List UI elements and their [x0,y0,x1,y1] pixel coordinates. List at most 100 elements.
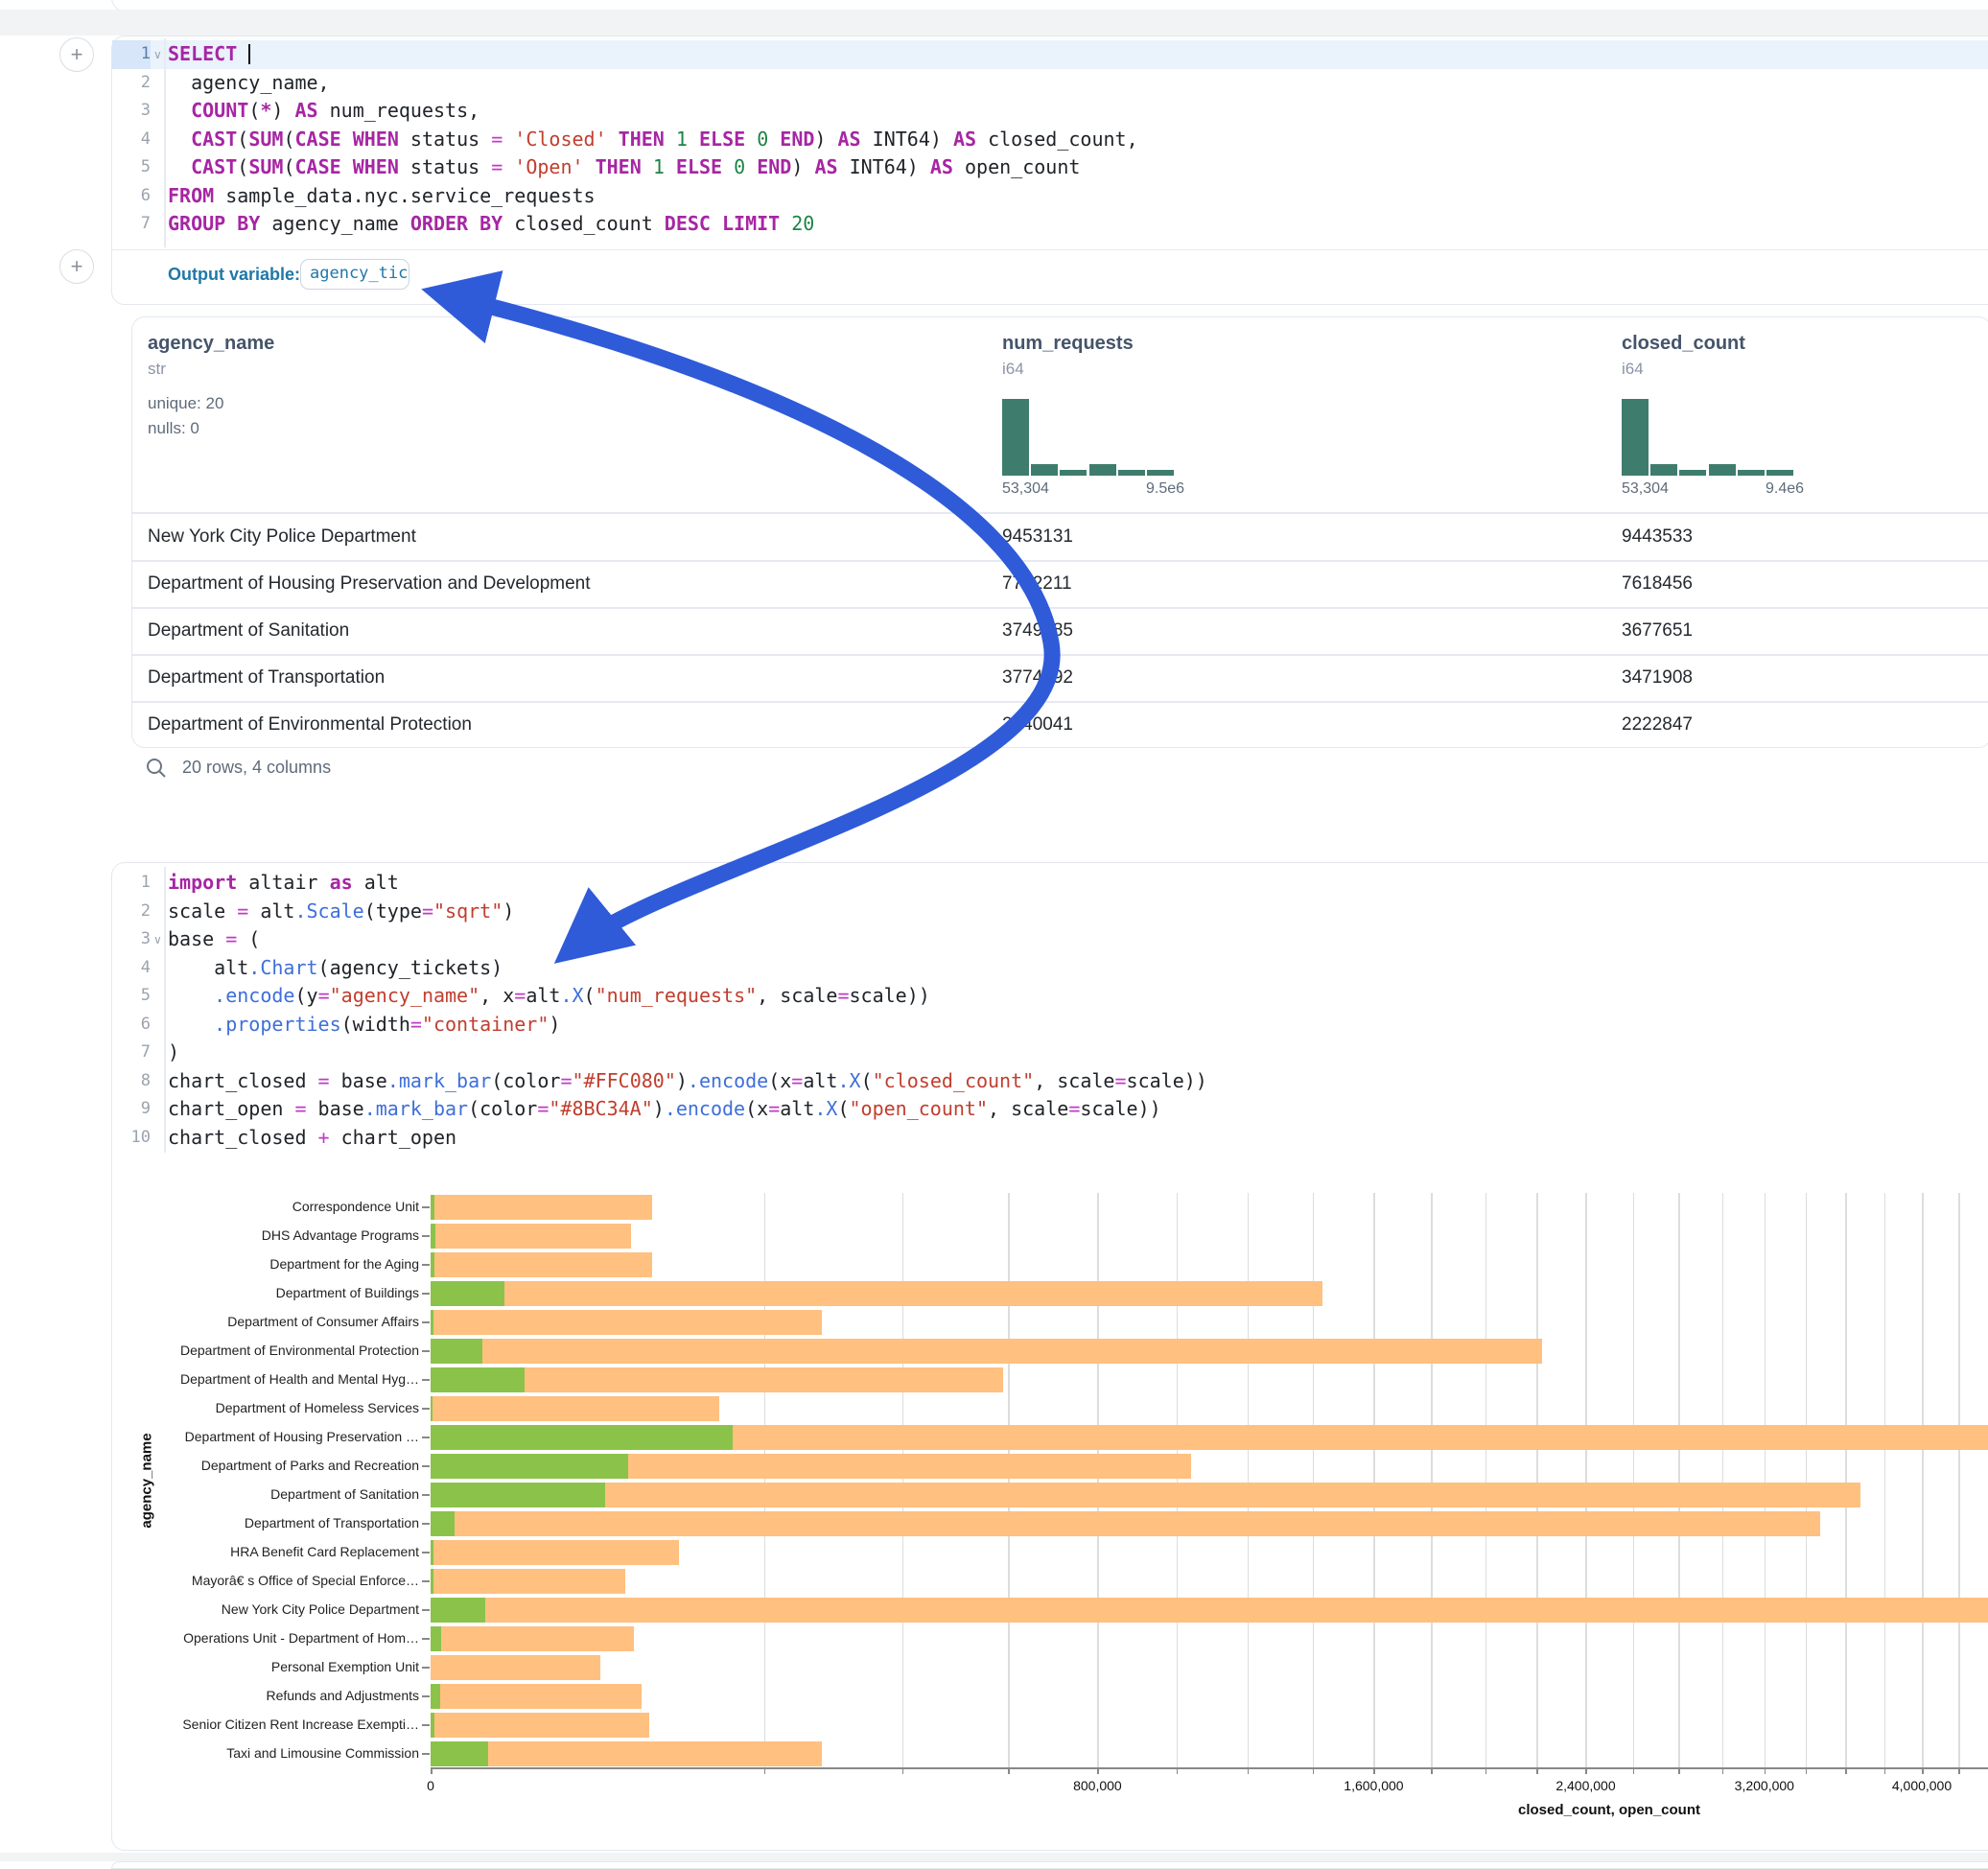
bar-open-count [431,1396,433,1421]
gridline [1958,1193,1960,1767]
bar-closed-count [431,1224,631,1249]
text-caret [248,44,250,64]
code-line[interactable]: 1∨SELECT [112,40,1988,69]
column-stat: unique: 20 [148,394,223,413]
histogram-bar [1060,470,1087,476]
cell-value: 3749485 [1002,607,1073,654]
x-axis-label: 3,200,000 [1735,1778,1794,1793]
gridline [1765,1193,1766,1767]
y-axis-label: Operations Unit - Department of Hom… [151,1630,419,1646]
bar-open-count [431,1454,628,1479]
table-row: Department of Sanitation37494853677651 [132,607,1988,654]
bar-closed-count [431,1741,822,1766]
y-axis-tick [422,1638,430,1640]
bar-closed-count [431,1569,625,1594]
x-axis-label: 2,400,000 [1555,1778,1615,1793]
histogram-min-label: 53,304 [1622,480,1669,498]
sql-cell-footer: Output variable: agency_tickets [112,249,1988,304]
bar-open-count [431,1252,434,1277]
gridline [1678,1193,1680,1767]
gridline [1633,1193,1635,1767]
histogram-bar [1622,399,1649,476]
search-icon[interactable] [144,756,169,781]
bar-closed-count [431,1684,642,1709]
bar-open-count [431,1540,433,1565]
histogram-bar [1766,470,1793,476]
y-axis-tick [422,1609,430,1611]
column-header-closed_count: closed_count [1622,333,1745,355]
y-axis-tick [422,1235,430,1237]
gridline [1373,1193,1375,1767]
column-header-num_requests: num_requests [1002,333,1134,355]
table-row: New York City Police Department945313194… [132,513,1988,560]
column-histogram [1002,399,1176,476]
y-axis-tick [422,1753,430,1755]
line-number: 1 [112,40,151,69]
code-line[interactable]: 5 CAST(SUM(CASE WHEN status = 'Open' THE… [112,153,1988,182]
bar-open-count [431,1483,605,1507]
y-axis-label: Personal Exemption Unit [151,1659,419,1674]
bar-open-count [431,1713,434,1738]
table-row: Department of Housing Preservation and D… [132,560,1988,607]
y-axis-tick [422,1379,430,1381]
code-line[interactable]: 7GROUP BY agency_name ORDER BY closed_co… [112,210,1988,239]
column-type: str [148,360,166,379]
bar-closed-count [431,1483,1860,1507]
gridline [1313,1193,1315,1767]
x-axis-line [431,1767,1988,1769]
histogram-min-label: 53,304 [1002,480,1049,498]
y-axis-label: Senior Citizen Rent Increase Exempti… [151,1717,419,1732]
y-axis-label: Department of Consumer Affairs [151,1314,419,1329]
bar-closed-count [431,1339,1542,1364]
y-axis-tick [422,1264,430,1266]
cell-agency-name: Department of Housing Preservation and D… [148,560,591,607]
bar-open-count [431,1367,525,1392]
cell-value: 3471908 [1622,654,1693,701]
output-variable-pill[interactable]: agency_tickets [300,259,409,290]
bar-open-count [431,1626,441,1651]
y-axis-tick [422,1293,430,1295]
y-axis-label: Department of Environmental Protection [151,1343,419,1358]
column-header-agency_name: agency_name [148,333,274,355]
code-line[interactable]: 4 CAST(SUM(CASE WHEN status = 'Closed' T… [112,126,1988,154]
y-axis-tick [422,1667,430,1669]
gridline [1585,1193,1587,1767]
bar-open-count [431,1598,485,1623]
add-block-button-top[interactable]: + [59,37,94,72]
bar-closed-count [431,1195,652,1220]
cell-value: 3677651 [1622,607,1693,654]
y-axis-label: Department of Sanitation [151,1486,419,1502]
bar-open-count [431,1569,433,1594]
fold-chevron-icon[interactable]: ∨ [153,41,162,70]
bar-open-count [431,1195,434,1220]
line-number: 6 [112,182,151,211]
cell-agency-name: Department of Transportation [148,654,385,701]
gridline [1485,1193,1487,1767]
bar-closed-count [431,1511,1820,1536]
y-axis-label: Correspondence Unit [151,1199,419,1214]
y-axis-label: Mayorâ€ s Office of Special Enforce… [151,1573,419,1588]
code-line[interactable]: 6FROM sample_data.nyc.service_requests [112,182,1988,211]
y-axis-label: Department of Buildings [151,1285,419,1300]
bar-open-count [431,1511,455,1536]
code-line[interactable]: 3 COUNT(*) AS num_requests, [112,97,1988,126]
add-block-button-middle[interactable]: + [59,249,94,284]
code-text: CAST(SUM(CASE WHEN status = 'Closed' THE… [168,126,1138,154]
code-line[interactable]: 2 agency_name, [112,69,1988,98]
code-text: GROUP BY agency_name ORDER BY closed_cou… [168,210,814,239]
cell-agency-name: Department of Environmental Protection [148,701,472,748]
bar-closed-count [431,1396,719,1421]
y-axis-tick [422,1408,430,1410]
bar-open-count [431,1425,733,1450]
column-stat: nulls: 0 [148,419,199,438]
cell-value: 2222847 [1622,701,1693,748]
gridline [1722,1193,1724,1767]
bar-closed-count [431,1655,600,1680]
bar-open-count [431,1310,433,1335]
y-axis-label: DHS Advantage Programs [151,1227,419,1243]
bar-open-count [431,1684,440,1709]
gridline [1248,1193,1250,1767]
line-number: 5 [112,153,151,182]
gridline [1177,1193,1179,1767]
sql-code-editor[interactable]: 1∨SELECT 2 agency_name,3 COUNT(*) AS num… [112,36,1988,250]
